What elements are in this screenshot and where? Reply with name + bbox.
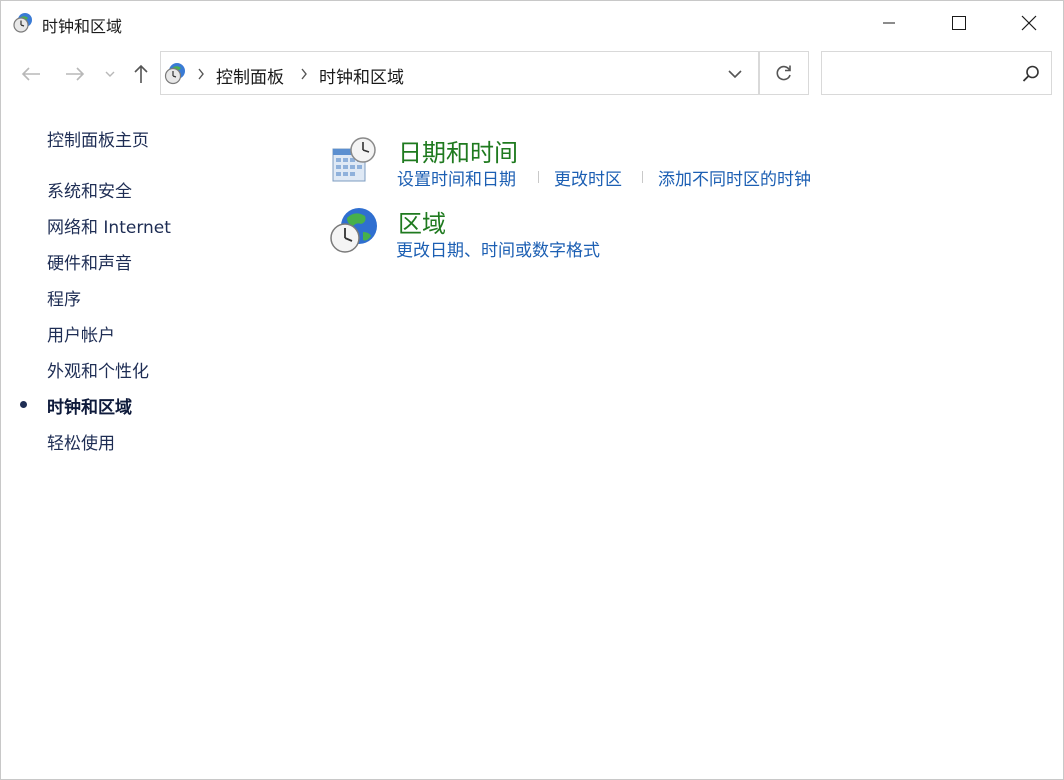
close-icon [1021,15,1037,31]
sidebar-item-system-security[interactable]: 系统和安全 [47,177,132,202]
sidebar-item-appearance[interactable]: 外观和个性化 [47,357,149,382]
category-title-region[interactable]: 区域 [398,204,446,239]
window-title: 时钟和区域 [42,17,123,36]
breadcrumb-control-panel[interactable]: 控制面板 [216,63,284,88]
search-icon[interactable] [1022,65,1040,83]
control-panel-window: 时钟和区域 控制面板 时钟和区域 控制面板主页 系统和安全 网络和 Intern… [0,0,1064,780]
chevron-down-icon [728,70,742,79]
title-bar: 时钟和区域 [1,1,1063,45]
calendar-clock-icon[interactable] [329,135,381,187]
link-change-time-zone[interactable]: 更改时区 [554,165,622,190]
category-title-date-time[interactable]: 日期和时间 [398,133,518,168]
breadcrumb-clock-region[interactable]: 时钟和区域 [319,63,404,88]
current-item-bullet-icon [20,401,27,408]
link-change-formats[interactable]: 更改日期、时间或数字格式 [396,236,600,261]
close-button[interactable] [999,1,1059,45]
search-box[interactable] [821,51,1052,95]
sidebar-item-network-internet[interactable]: 网络和 Internet [47,213,171,238]
forward-arrow-icon [66,67,85,81]
sidebar-item-user-accounts[interactable]: 用户帐户 [47,321,115,346]
refresh-icon [776,65,791,81]
maximize-button[interactable] [929,1,989,45]
sidebar-item-hardware-sound[interactable]: 硬件和声音 [47,249,132,274]
sidebar-item-programs[interactable]: 程序 [47,285,81,310]
maximize-icon [952,16,966,30]
minimize-icon [883,22,895,24]
forward-button[interactable] [59,59,91,89]
address-dropdown-button[interactable] [721,64,749,84]
link-separator [642,171,643,183]
clock-globe-icon [164,63,185,85]
back-button[interactable] [15,59,47,89]
back-arrow-icon [21,67,40,81]
search-input[interactable] [828,58,1012,90]
address-bar[interactable]: 控制面板 时钟和区域 [160,51,759,95]
sidebar-item-ease-of-access[interactable]: 轻松使用 [47,429,115,454]
chevron-down-icon [105,71,115,77]
link-add-clocks[interactable]: 添加不同时区的时钟 [658,165,811,190]
link-separator [538,171,539,183]
clock-globe-icon [13,13,32,33]
up-button[interactable] [125,59,157,89]
recent-locations-button[interactable] [100,59,120,89]
refresh-button[interactable] [759,51,809,95]
up-arrow-icon [134,64,148,83]
sidebar-item-home[interactable]: 控制面板主页 [47,126,149,151]
chevron-right-icon [198,68,204,80]
link-set-time-date[interactable]: 设置时间和日期 [397,165,516,190]
sidebar-item-clock-region[interactable]: 时钟和区域 [47,393,132,418]
globe-clock-icon[interactable] [329,206,381,258]
chevron-right-icon [301,68,307,80]
minimize-button[interactable] [859,1,919,45]
